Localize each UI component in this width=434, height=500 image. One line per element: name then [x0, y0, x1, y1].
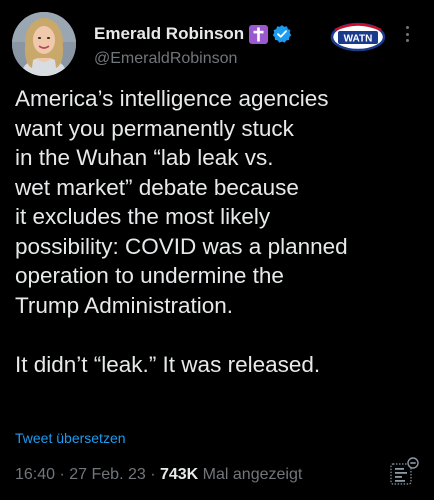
tweet-line: operation to undermine the — [15, 263, 284, 288]
analytics-icon[interactable] — [388, 456, 420, 488]
translate-tweet-link[interactable]: Tweet übersetzen — [15, 430, 126, 446]
tweet-time[interactable]: 16:40 — [15, 466, 55, 483]
author-name-row: Emerald Robinson — [94, 20, 292, 48]
watn-logo: WATN — [330, 22, 386, 52]
tweet-line: America’s intelligence agencies — [15, 86, 329, 111]
tweet-date[interactable]: 27 Feb. 23 — [69, 466, 146, 483]
avatar[interactable] — [12, 12, 76, 76]
meta-separator: · — [145, 466, 160, 483]
tweet-paragraph-2: It didn’t “leak.” It was released. — [15, 351, 321, 377]
tweet-text: America’s intelligence agencies want you… — [15, 84, 423, 379]
tweet-line: wet market” debate because — [15, 174, 299, 200]
watn-logo-text: WATN — [344, 34, 373, 45]
verified-badge-icon — [272, 25, 292, 43]
tweet-line: it excludes the most likely — [15, 204, 271, 229]
tweet-line: possibility: COVID was a planned — [15, 233, 348, 259]
tweet-meta: 16:40 · 27 Feb. 23 · 743K Mal angezeigt — [15, 466, 302, 484]
more-options-icon[interactable] — [400, 24, 414, 44]
author-handle[interactable]: @EmeraldRobinson — [94, 50, 237, 68]
meta-separator: · — [55, 466, 70, 483]
profile-photo-icon — [12, 12, 76, 76]
cross-icon — [249, 24, 269, 44]
view-count: 743K — [159, 466, 199, 483]
views-label: Mal angezeigt — [198, 466, 303, 483]
tweet-line: in the Wuhan “lab leak vs. — [15, 145, 274, 170]
tweet-line: Trump Administration. — [15, 292, 233, 318]
tweet-line: want you permanently stuck — [15, 115, 294, 141]
author-display-name[interactable]: Emerald Robinson — [94, 24, 244, 44]
tweet: Emerald Robinson @EmeraldRobinson WATN A… — [0, 0, 434, 500]
